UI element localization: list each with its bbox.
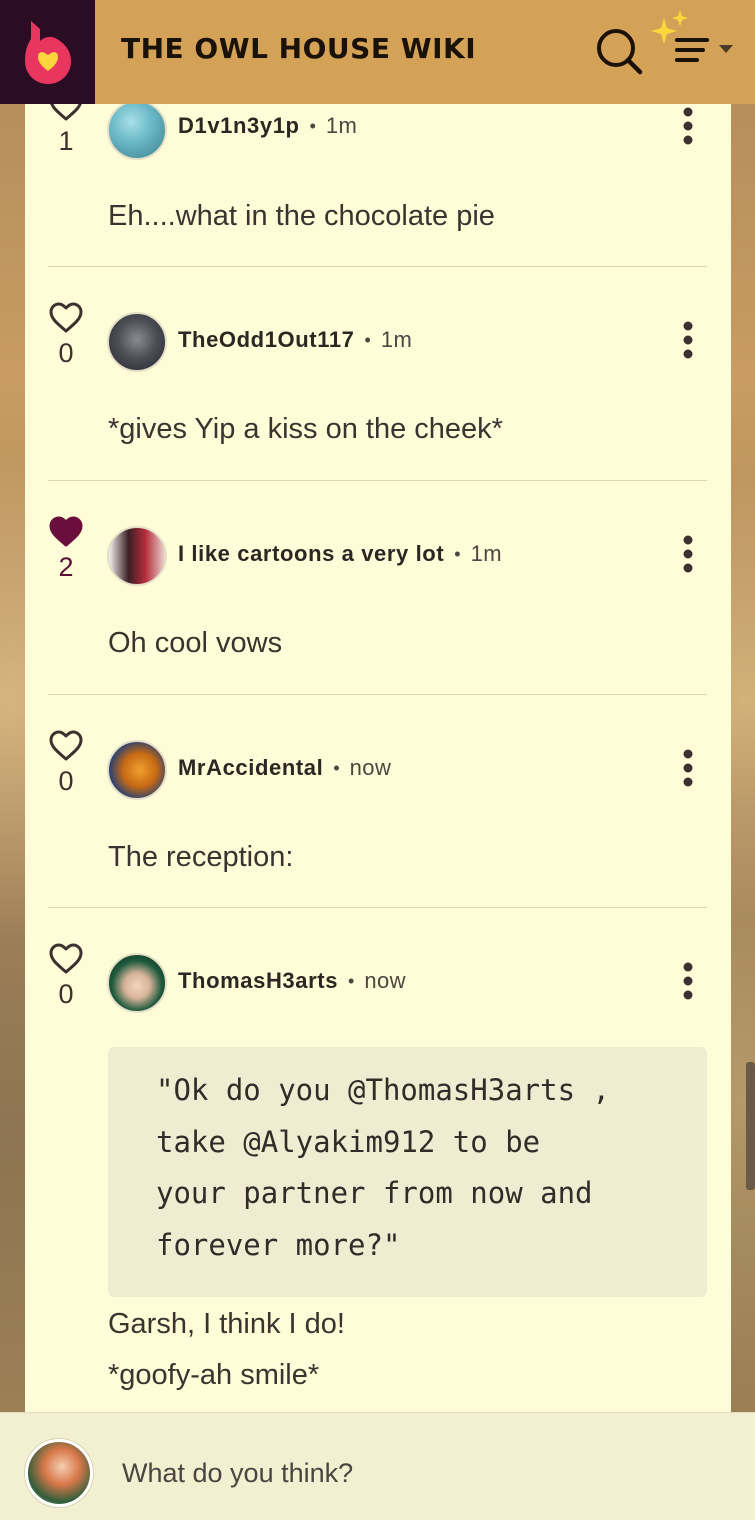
comment-meta: TheOdd1Out117 • 1m <box>178 325 412 355</box>
more-vertical-icon <box>683 107 693 145</box>
comment-meta: MrAccidental • now <box>178 753 391 783</box>
reply-input[interactable] <box>106 1443 726 1503</box>
comment-text: The reception: <box>108 841 294 873</box>
divider <box>48 694 707 695</box>
avatar[interactable] <box>107 953 167 1013</box>
separator-dot: • <box>333 757 340 778</box>
menu-button[interactable] <box>650 10 740 84</box>
site-title[interactable]: THE OWL HOUSE WIKI <box>121 32 476 65</box>
heart-filled-icon <box>49 516 83 547</box>
search-icon <box>597 29 643 75</box>
like-count: 0 <box>58 766 74 796</box>
heart-outline-icon <box>49 302 83 333</box>
reply-bar <box>0 1412 755 1520</box>
comment-meta: ThomasH3arts • now <box>178 966 406 996</box>
fandom-logo[interactable] <box>0 0 95 104</box>
avatar[interactable] <box>107 104 167 160</box>
comment-options-button[interactable] <box>675 534 701 574</box>
heart-outline-icon <box>49 730 83 761</box>
separator-dot: • <box>454 543 461 564</box>
heart-outline-icon <box>49 943 83 974</box>
more-vertical-icon <box>683 321 693 359</box>
heart-outline-icon <box>50 104 82 121</box>
comment-text: Eh....what in the chocolate pie <box>108 200 495 232</box>
username[interactable]: ThomasH3arts <box>178 968 338 994</box>
comment-meta: I like cartoons a very lot • 1m <box>178 539 502 569</box>
more-vertical-icon <box>683 749 693 787</box>
divider <box>48 907 707 908</box>
quote-line: take @Alyakim912 to be <box>156 1125 541 1159</box>
timestamp: 1m <box>470 541 502 566</box>
quote-line: your partner from now and <box>156 1176 593 1210</box>
comment-text: *goofy-ah smile* <box>108 1359 320 1391</box>
quote-line: forever more?" <box>156 1228 401 1262</box>
like-button[interactable]: 0 <box>47 943 85 1010</box>
fandom-flame-icon <box>24 21 71 84</box>
current-user-avatar[interactable] <box>25 1439 93 1507</box>
avatar[interactable] <box>107 740 167 800</box>
divider <box>48 480 707 481</box>
comment-text: Garsh, I think I do! <box>108 1308 345 1340</box>
separator-dot: • <box>364 329 371 350</box>
more-vertical-icon <box>683 535 693 573</box>
comments-list: 1 D1v1n3y1p • 1m Eh....what in the choco… <box>25 104 731 1412</box>
username[interactable]: TheOdd1Out117 <box>178 327 355 353</box>
like-count: 0 <box>58 979 74 1009</box>
separator-dot: • <box>348 970 355 991</box>
like-button[interactable]: 0 <box>47 730 85 797</box>
like-button[interactable]: 2 <box>47 516 85 583</box>
scrollbar-thumb[interactable] <box>746 1062 755 1190</box>
username[interactable]: I like cartoons a very lot <box>178 541 444 567</box>
comment-text: Oh cool vows <box>108 627 283 659</box>
username[interactable]: D1v1n3y1p <box>178 113 300 139</box>
comment-options-button[interactable] <box>675 748 701 788</box>
search-button[interactable] <box>594 26 646 78</box>
timestamp: now <box>364 968 406 993</box>
top-bar: THE OWL HOUSE WIKI <box>0 0 755 104</box>
comment-meta: D1v1n3y1p • 1m <box>178 111 357 141</box>
avatar[interactable] <box>107 312 167 372</box>
more-vertical-icon <box>683 962 693 1000</box>
comment-options-button[interactable] <box>675 106 701 146</box>
comment-options-button[interactable] <box>675 961 701 1001</box>
quote-block: "Ok do you @ThomasH3arts , take @Alyakim… <box>108 1047 707 1297</box>
like-count: 1 <box>58 126 74 156</box>
divider <box>48 266 707 267</box>
like-count: 0 <box>58 338 74 368</box>
timestamp: 1m <box>380 327 413 352</box>
timestamp: 1m <box>325 113 358 138</box>
like-count: 2 <box>58 552 74 582</box>
like-button[interactable]: 1 <box>47 104 85 157</box>
avatar[interactable] <box>107 526 167 586</box>
separator-dot: • <box>309 115 316 136</box>
timestamp: now <box>349 755 392 780</box>
quote-line: "Ok do you @ThomasH3arts , <box>156 1073 610 1107</box>
sparkle-menu-icon <box>651 10 733 62</box>
username[interactable]: MrAccidental <box>178 755 323 781</box>
comment-options-button[interactable] <box>675 320 701 360</box>
like-button[interactable]: 0 <box>47 302 85 369</box>
comment-text: *gives Yip a kiss on the cheek* <box>108 413 503 445</box>
